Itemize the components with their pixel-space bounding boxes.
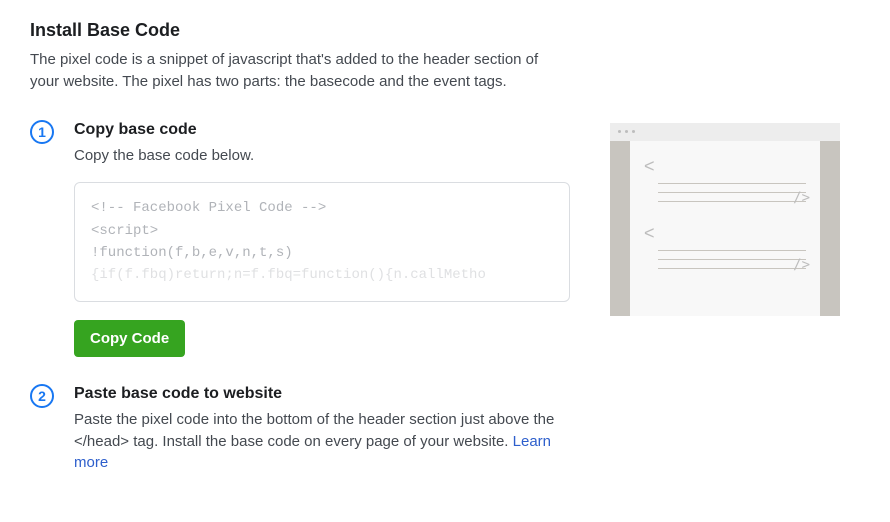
code-block-icon: < /> <box>644 157 806 202</box>
step-title: Copy base code <box>74 121 570 139</box>
step-description: Paste the pixel code into the bottom of … <box>74 409 570 474</box>
browser-body-icon: < /> < /> <box>610 141 840 316</box>
code-line: <!-- Facebook Pixel Code --> <box>91 197 553 219</box>
step-title: Paste base code to website <box>74 385 570 403</box>
step-1: 1 Copy base code Copy the base code belo… <box>30 121 570 357</box>
traffic-dot-icon <box>618 130 621 133</box>
steps-column: 1 Copy base code Copy the base code belo… <box>30 121 570 503</box>
line-icon <box>658 259 806 260</box>
code-line: !function(f,b,e,v,n,t,s) <box>91 242 553 264</box>
step-description: Copy the base code below. <box>74 145 570 167</box>
chevron-left-icon: < <box>644 157 806 175</box>
line-icon <box>658 268 806 269</box>
step-number-badge: 2 <box>30 384 54 408</box>
content-row: 1 Copy base code Copy the base code belo… <box>30 121 860 503</box>
page-description: The pixel code is a snippet of javascrip… <box>30 49 550 93</box>
code-line: {if(f.fbq)return;n=f.fbq=function(){n.ca… <box>91 264 553 286</box>
code-line: <script> <box>91 220 553 242</box>
line-icon <box>658 250 806 251</box>
line-icon <box>658 183 806 184</box>
browser-titlebar-icon <box>610 123 840 141</box>
page-title: Install Base Code <box>30 20 860 41</box>
step-description-text: Paste the pixel code into the bottom of … <box>74 411 554 450</box>
header: Install Base Code The pixel code is a sn… <box>30 20 860 93</box>
line-icon <box>658 201 806 202</box>
step-number-badge: 1 <box>30 120 54 144</box>
copy-code-button[interactable]: Copy Code <box>74 320 185 357</box>
browser-mock-icon: < /> < /> <box>610 123 840 316</box>
step-2: 2 Paste base code to website Paste the p… <box>30 385 570 474</box>
close-tag-icon: /> <box>793 190 810 206</box>
traffic-dot-icon <box>625 130 628 133</box>
chevron-left-icon: < <box>644 224 806 242</box>
close-tag-icon: /> <box>793 257 810 273</box>
illustration: < /> < /> <box>610 123 840 316</box>
browser-main-icon: < /> < /> <box>630 141 820 316</box>
code-block-icon: < /> <box>644 224 806 269</box>
browser-sidebar-icon <box>820 141 840 316</box>
code-snippet-box[interactable]: <!-- Facebook Pixel Code --> <script> !f… <box>74 182 570 302</box>
traffic-dot-icon <box>632 130 635 133</box>
browser-sidebar-icon <box>610 141 630 316</box>
line-icon <box>658 192 806 193</box>
